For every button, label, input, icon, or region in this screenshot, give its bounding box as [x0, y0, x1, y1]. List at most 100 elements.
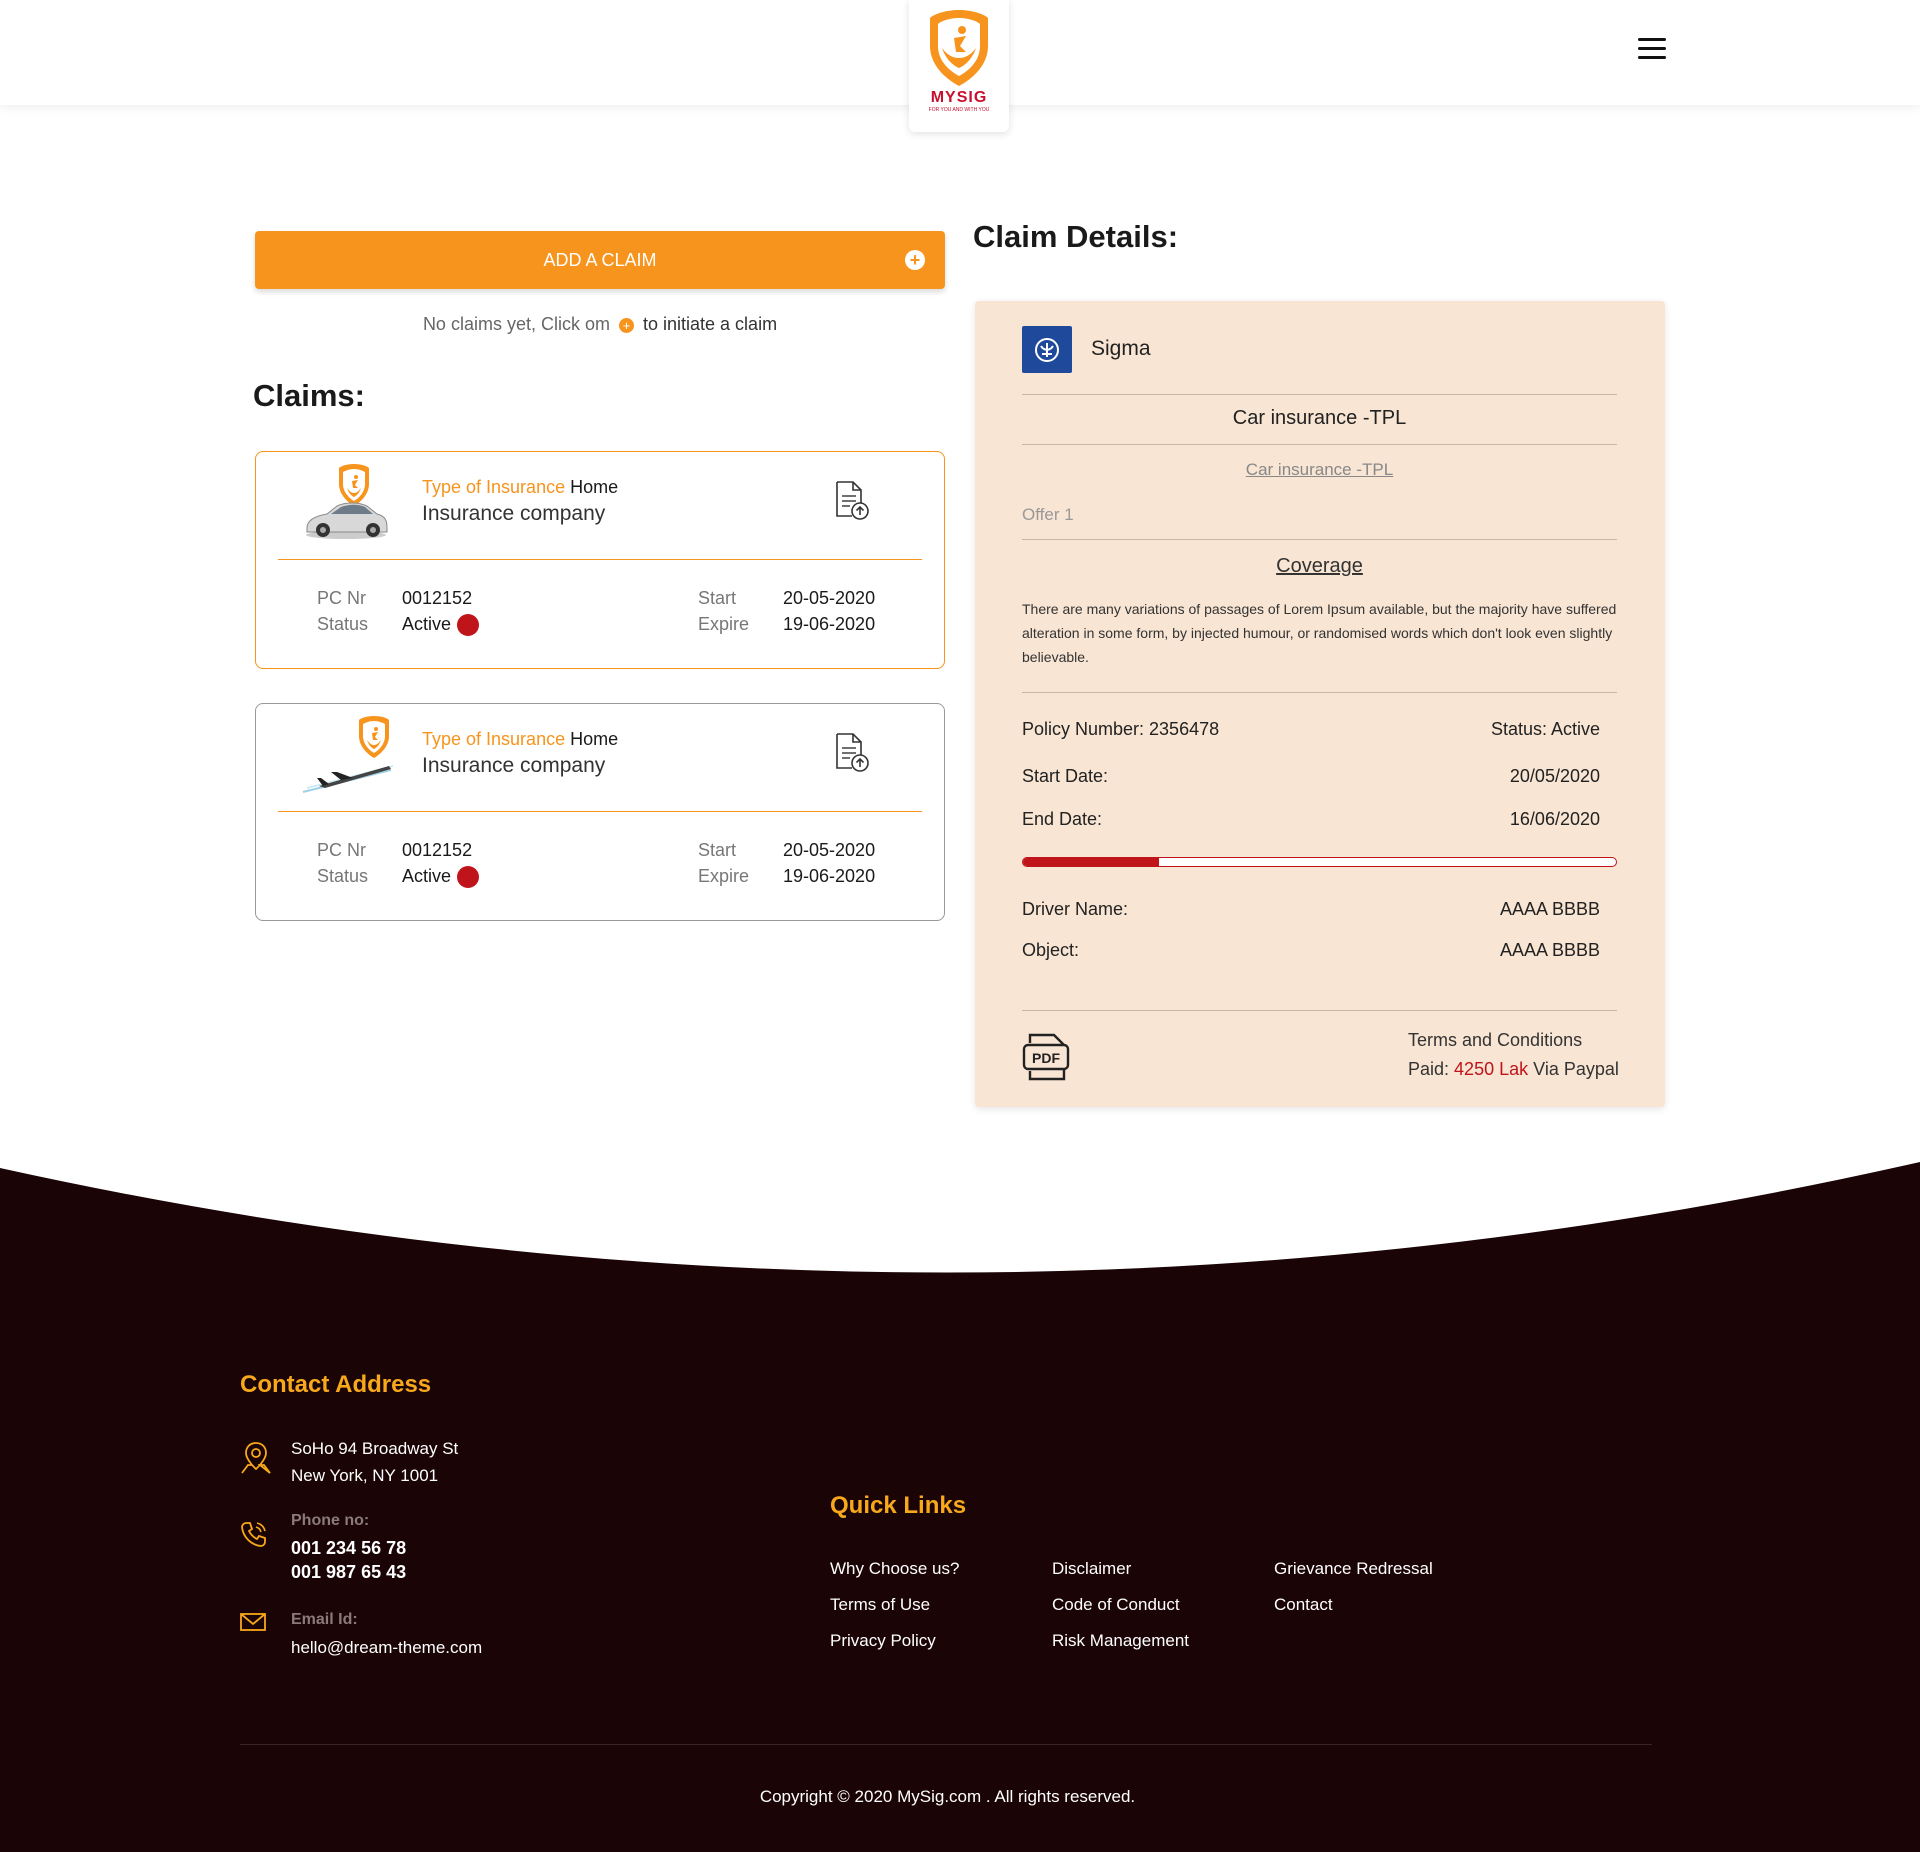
link-privacy-policy[interactable]: Privacy Policy	[830, 1631, 936, 1651]
address-line-2: New York, NY 1001	[291, 1466, 439, 1485]
card-divider	[278, 811, 922, 812]
shield-logo-icon	[930, 10, 988, 86]
plus-circle-icon: +	[905, 250, 925, 270]
policy-progress-bar	[1022, 857, 1617, 867]
paid-via: Via Paypal	[1533, 1059, 1619, 1079]
coverage-title: Coverage	[1276, 555, 1363, 577]
link-why-choose-us[interactable]: Why Choose us?	[830, 1559, 959, 1579]
link-risk-management[interactable]: Risk Management	[1052, 1631, 1189, 1651]
phone-icon	[240, 1520, 268, 1553]
product-title: Car insurance -TPL	[1232, 407, 1407, 429]
product-link[interactable]: Car insurance -TPL	[1022, 460, 1617, 480]
pdf-icon[interactable]: PDF	[1022, 1031, 1072, 1083]
expire-label: Expire	[698, 866, 750, 886]
card-divider	[278, 559, 922, 560]
airplane-icon	[301, 714, 401, 794]
divider	[1022, 1010, 1617, 1011]
link-contact[interactable]: Contact	[1274, 1595, 1333, 1615]
start-value: 20-05-2020	[783, 588, 876, 608]
object-label: Object:	[1022, 940, 1080, 960]
divider	[1022, 692, 1617, 693]
claim-card[interactable]: Type of Insurance Home Insurance company…	[255, 451, 945, 669]
phone-number-1[interactable]: 001 234 56 78	[291, 1538, 406, 1559]
link-code-of-conduct[interactable]: Code of Conduct	[1052, 1595, 1180, 1615]
expire-value: 19-06-2020	[783, 866, 876, 886]
hamburger-menu-icon[interactable]	[1638, 38, 1666, 62]
add-claim-button[interactable]: ADD A CLAIM +	[255, 231, 945, 289]
location-pin-icon	[240, 1441, 272, 1480]
insurance-type: Type of Insurance Home	[422, 729, 618, 750]
terms-link[interactable]: Terms and Conditions	[1408, 1030, 1582, 1051]
link-disclaimer[interactable]: Disclaimer	[1052, 1559, 1131, 1579]
claim-details-panel: Sigma Car insurance -TPL Car insurance -…	[975, 301, 1665, 1107]
company-logo-icon	[1022, 326, 1072, 373]
no-claims-message: No claims yet, Click om + to initiate a …	[255, 314, 945, 335]
driver-name-value: AAAA BBBB	[1499, 899, 1600, 919]
no-claims-text-end: to initiate a claim	[643, 314, 778, 334]
status-text: Active	[402, 614, 452, 634]
logo-tagline: FOR YOU AND WITH YOU	[928, 107, 990, 113]
quick-links-title: Quick Links	[830, 1492, 967, 1519]
pc-number-value: 0012152	[402, 588, 473, 608]
driver-name-label: Driver Name:	[1022, 899, 1129, 919]
email-label: Email Id:	[291, 1611, 358, 1628]
email-value[interactable]: hello@dream-theme.com	[291, 1638, 482, 1658]
document-upload-icon[interactable]	[834, 480, 870, 520]
progress-fill	[1023, 858, 1160, 866]
insurance-type-label: Type of Insurance	[422, 477, 566, 497]
pdf-icon-label: PDF	[1032, 1050, 1060, 1066]
link-terms-of-use[interactable]: Terms of Use	[830, 1595, 930, 1615]
start-date-label: Start Date:	[1022, 766, 1109, 786]
offer-label: Offer 1	[1022, 505, 1074, 524]
start-value: 20-05-2020	[783, 840, 876, 860]
mail-icon	[240, 1612, 266, 1637]
pc-number-value: 0012152	[402, 840, 473, 860]
paid-amount: 4250 Lak	[1454, 1059, 1529, 1079]
link-grievance-redressal[interactable]: Grievance Redressal	[1274, 1559, 1433, 1579]
status-dot	[457, 866, 480, 889]
footer-divider	[240, 1744, 1652, 1745]
start-date-value: 20/05/2020	[1509, 766, 1600, 786]
divider	[1022, 394, 1617, 395]
document-upload-icon[interactable]	[834, 732, 870, 772]
status-value: Active	[402, 866, 480, 889]
end-date-value: 16/06/2020	[1509, 809, 1600, 829]
logo-text: MYSIG	[930, 89, 988, 106]
object-value: AAAA BBBB	[1499, 940, 1600, 960]
company-name: Sigma	[1091, 337, 1151, 360]
paid-label: Paid:	[1408, 1059, 1450, 1079]
insurance-type-value: Home	[570, 477, 619, 497]
claims-title: Claims:	[253, 378, 365, 413]
expire-label: Expire	[698, 614, 750, 634]
policy-number: Policy Number: 2356478	[1022, 719, 1220, 739]
expire-value: 19-06-2020	[783, 614, 876, 634]
divider	[1022, 539, 1617, 540]
insurance-type-value: Home	[570, 729, 619, 749]
status-label: Status	[317, 614, 369, 634]
address-line-1: SoHo 94 Broadway St	[291, 1439, 459, 1458]
insurance-company: Insurance company	[422, 754, 606, 777]
add-claim-label: ADD A CLAIM	[543, 249, 657, 270]
divider	[1022, 444, 1617, 445]
insurance-type-label: Type of Insurance	[422, 729, 566, 749]
pc-number-label: PC Nr	[317, 840, 366, 860]
claim-card[interactable]: Type of Insurance Home Insurance company…	[255, 703, 945, 921]
status-dot	[457, 614, 480, 637]
insurance-company: Insurance company	[422, 502, 606, 525]
status-value: Active	[402, 614, 480, 637]
pc-number-label: PC Nr	[317, 588, 366, 608]
insurance-type: Type of Insurance Home	[422, 477, 618, 498]
status-text: Active	[402, 866, 452, 886]
start-label: Start	[698, 840, 737, 860]
car-icon	[301, 462, 401, 542]
claim-details-title: Claim Details:	[973, 219, 1179, 254]
phone-label: Phone no:	[291, 1512, 370, 1529]
coverage-text: There are many variations of passages of…	[1022, 601, 1617, 665]
no-claims-text: No claims yet, Click om	[422, 314, 610, 334]
status-label: Status	[317, 866, 369, 886]
payment-info: Paid: 4250 Lak Via Paypal	[1408, 1059, 1619, 1080]
policy-status: Status: Active	[1490, 719, 1600, 739]
phone-number-2[interactable]: 001 987 65 43	[291, 1562, 406, 1583]
site-logo[interactable]: MYSIG FOR YOU AND WITH YOU	[909, 0, 1009, 132]
contact-title: Contact Address	[240, 1371, 432, 1398]
